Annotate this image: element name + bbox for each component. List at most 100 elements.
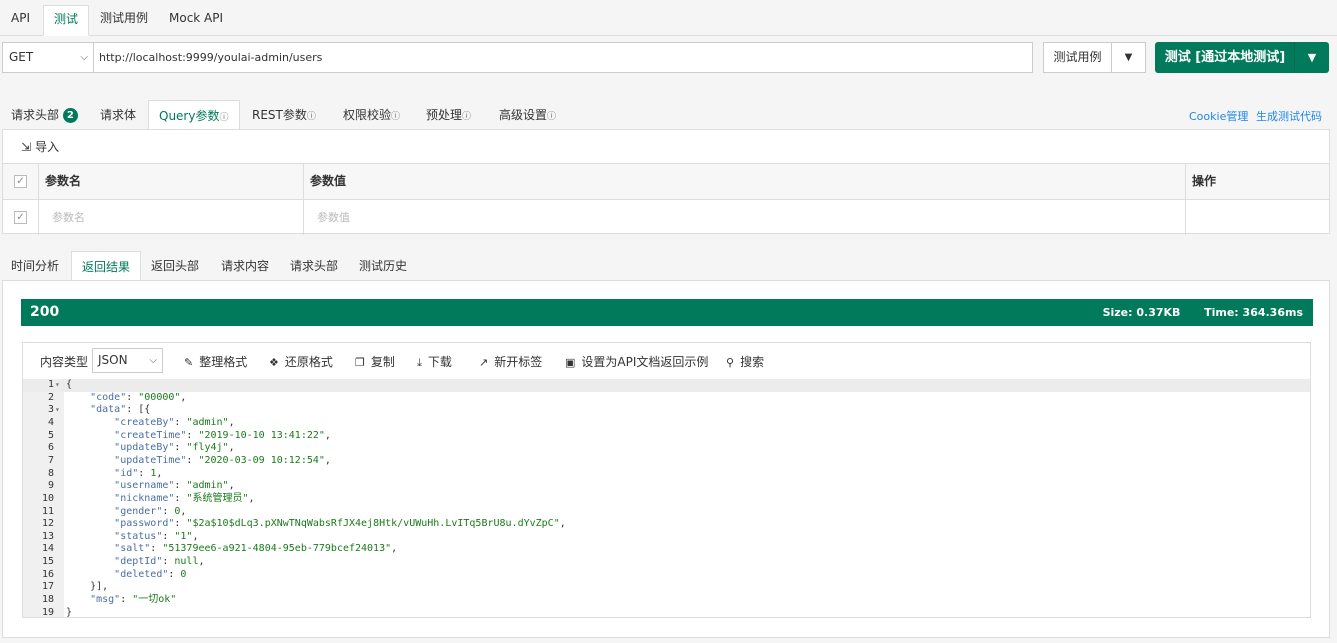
cube-icon: ❖ — [269, 356, 279, 369]
line-number: 1 — [47, 379, 54, 390]
tab-test[interactable]: 测试 — [43, 5, 90, 36]
new-tab-label: 新开标签 — [494, 355, 543, 369]
line-number: 14 — [41, 543, 54, 555]
code-text: "data": [{ — [90, 404, 151, 416]
fold-toggle-icon[interactable]: ▾ — [55, 404, 60, 417]
line-number: 4 — [47, 416, 54, 428]
format-button[interactable]: ✎ 整理格式 — [184, 353, 247, 370]
set-api-example-button[interactable]: ▣ 设置为API文档返回示例 — [565, 353, 708, 370]
tab-query-params[interactable]: Query参数ⓘ — [148, 100, 240, 130]
response-body-box: 内容类型 JSON ⌵ ✎ 整理格式 ❖ 还原格式 ❐ 复制 ⤓ 下载 ↗ 新开标签 ▣ 设… — [22, 342, 1311, 618]
tab-auth[interactable]: 权限校验ⓘ — [333, 100, 410, 130]
code-editor[interactable]: 1 ▾{2 "code": "00000", 3 ▾ "data": [{4 "cre… — [23, 379, 1310, 618]
row-checkbox[interactable]: ✓ — [14, 211, 27, 224]
magic-wand-icon: ✎ — [184, 356, 194, 369]
line-number: 15 — [41, 556, 54, 568]
format-label: 整理格式 — [199, 355, 248, 369]
download-button[interactable]: ⤓ 下载 — [417, 353, 452, 370]
copy-icon: ❐ — [355, 356, 365, 369]
restore-format-button[interactable]: ❖ 还原格式 — [269, 353, 333, 370]
line-number: 19 — [41, 606, 54, 618]
query-params-panel: ⇲ 导入 ✓ 参数名 参数值 操作 ✓ 参数名 参数值 — [2, 129, 1330, 235]
info-icon: ⓘ — [306, 112, 316, 122]
search-button[interactable]: ⚲ 搜索 — [726, 353, 764, 370]
tab-api[interactable]: API — [1, 5, 40, 36]
row-check-cell: ✓ — [3, 200, 38, 235]
generate-test-code-link[interactable]: 生成测试代码 — [1256, 108, 1322, 124]
tab-mock-api[interactable]: Mock API — [159, 5, 233, 36]
code-text: "status": "1", — [114, 530, 199, 542]
tab-label: Query参数 — [159, 109, 220, 123]
info-icon: ⓘ — [462, 112, 472, 122]
line-number: 16 — [41, 568, 54, 580]
test-case-dropdown-button[interactable]: ▼ — [1111, 42, 1146, 73]
code-text: "createBy": "admin", — [114, 416, 235, 428]
tab-test-history[interactable]: 测试历史 — [349, 251, 417, 281]
line-number: 11 — [41, 505, 54, 517]
status-code: 200 — [30, 304, 60, 320]
new-tab-button[interactable]: ↗ 新开标签 — [479, 353, 542, 370]
save-icon: ▣ — [565, 356, 576, 369]
tab-time-analysis[interactable]: 时间分析 — [1, 251, 69, 281]
url-input[interactable]: http://localhost:9999/youlai-admin/users — [93, 42, 1033, 73]
code-line: 5 "createTime": "2019-10-10 13:41:22", — [23, 430, 1310, 443]
info-icon: ⓘ — [391, 112, 401, 122]
fold-toggle-icon[interactable]: ▾ — [55, 379, 60, 392]
param-name-input[interactable]: 参数名 — [38, 200, 305, 235]
import-icon: ⇲ — [21, 140, 32, 154]
tab-preprocess[interactable]: 预处理ⓘ — [416, 100, 481, 130]
tab-request-content[interactable]: 请求内容 — [211, 251, 279, 281]
line-number: 8 — [47, 467, 54, 479]
tab-label: 请求头部 — [11, 108, 60, 122]
code-text: "username": "admin", — [114, 480, 235, 492]
tab-advanced-settings[interactable]: 高级设置ⓘ — [489, 100, 566, 130]
param-value-input[interactable]: 参数值 — [303, 200, 1185, 235]
copy-button[interactable]: ❐ 复制 — [355, 353, 395, 370]
table-row: ✓ 参数名 参数值 — [3, 199, 1329, 235]
content-type-select[interactable]: JSON ⌵ — [92, 348, 163, 373]
import-button[interactable]: ⇲ 导入 — [21, 138, 59, 155]
tab-response-headers[interactable]: 返回头部 — [141, 251, 209, 281]
top-tab-bar: API 测试 测试用例 Mock API — [0, 0, 1337, 36]
code-line: 17 }], — [23, 581, 1310, 594]
caret-down-icon: ▼ — [1307, 51, 1317, 64]
params-header-row: ✓ 参数名 参数值 操作 — [3, 163, 1329, 199]
line-number: 10 — [41, 492, 54, 504]
col-actions: 操作 — [1185, 164, 1329, 199]
request-bar: GET ⌵ http://localhost:9999/youlai-admin… — [0, 36, 1337, 84]
tab-request-headers-sent[interactable]: 请求头部 — [280, 251, 348, 281]
code-line: 12 "password": "$2a$10$dLq3.pXNwTNqWabsR… — [23, 518, 1310, 531]
status-meta: Size: 0.37KB Time: 364.36ms — [1103, 299, 1303, 326]
select-all-checkbox[interactable]: ✓ — [14, 175, 27, 188]
tab-label: REST参数 — [252, 108, 307, 122]
tab-request-headers[interactable]: 请求头部 2 — [1, 100, 88, 130]
code-line: 6 "updateBy": "fly4j", — [23, 442, 1310, 455]
tab-response-result[interactable]: 返回结果 — [71, 251, 142, 281]
test-case-button[interactable]: 测试用例 — [1043, 42, 1112, 73]
code-text: "gender": 0, — [114, 505, 187, 517]
code-text: "deptId": null, — [114, 556, 205, 568]
chevron-down-icon: ⌵ — [80, 52, 88, 63]
line-number: 3 — [47, 404, 54, 416]
send-test-button[interactable]: 测试 [通过本地测试] — [1155, 42, 1295, 73]
code-line: 2 "code": "00000", — [23, 392, 1310, 405]
code-text: "nickname": "系统管理员", — [114, 492, 255, 504]
cookie-manage-link[interactable]: Cookie管理 — [1189, 108, 1248, 124]
line-number: 2 — [47, 391, 54, 403]
tab-request-body[interactable]: 请求体 — [90, 100, 146, 130]
tab-test-cases[interactable]: 测试用例 — [90, 5, 158, 36]
code-line: 14 "salt": "51379ee6-a921-4804-95eb-779b… — [23, 543, 1310, 556]
method-select[interactable]: GET ⌵ — [2, 42, 94, 73]
tab-label: 预处理 — [426, 108, 463, 122]
code-text: "code": "00000", — [90, 391, 187, 403]
code-text: }], — [66, 581, 109, 593]
send-dropdown-button[interactable]: ▼ — [1294, 42, 1329, 73]
code-line: 7 "updateTime": "2020-03-09 10:12:54", — [23, 455, 1310, 468]
code-line: 18 "msg": "一切ok" — [23, 594, 1310, 607]
tab-rest-params[interactable]: REST参数ⓘ — [242, 100, 326, 130]
set-example-label: 设置为API文档返回示例 — [581, 355, 709, 369]
search-icon: ⚲ — [726, 356, 735, 369]
caret-down-icon: ▼ — [1124, 52, 1133, 63]
external-link-icon: ↗ — [479, 356, 489, 369]
code-text: "id": 1, — [114, 467, 163, 479]
